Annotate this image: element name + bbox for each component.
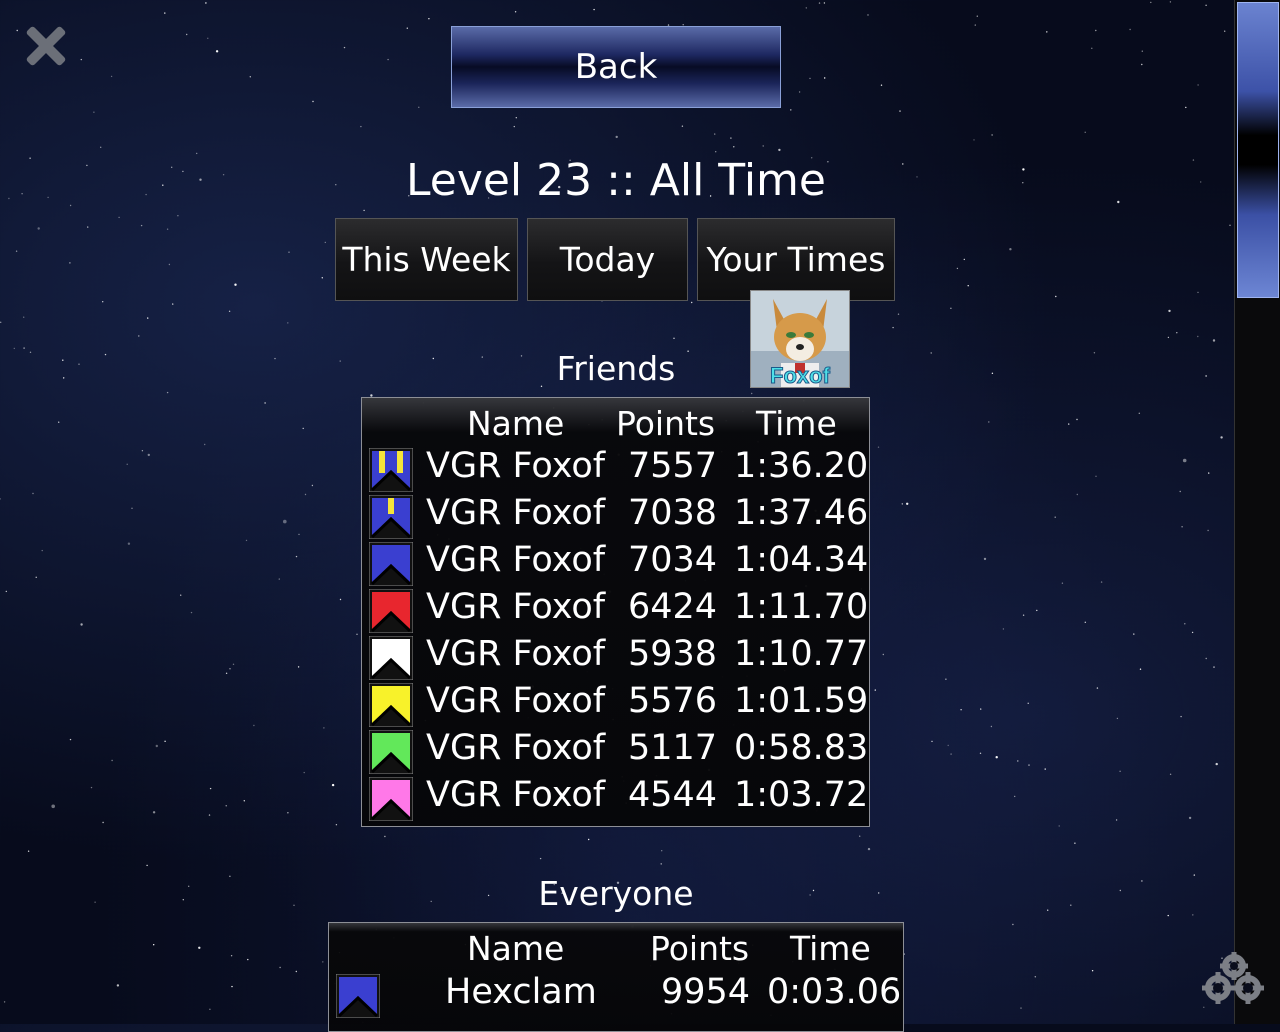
tab-this-week[interactable]: This Week: [335, 218, 518, 301]
table-row[interactable]: VGR Foxof 7038 1:37.46: [362, 493, 869, 540]
cell-points: 7034: [628, 540, 718, 580]
cell-name: VGR Foxof: [426, 728, 606, 768]
cell-name: Hexclam: [445, 972, 597, 1012]
table-row[interactable]: VGR Foxof 7034 1:04.34: [362, 540, 869, 587]
column-header-time: Time: [790, 929, 871, 968]
cell-points: 9954: [661, 972, 751, 1012]
cell-points: 5117: [628, 728, 718, 768]
rank-badge-icon: [368, 447, 414, 493]
cell-time: 1:01.59: [734, 681, 869, 721]
cell-name: VGR Foxof: [426, 540, 606, 580]
cell-points: 4544: [628, 775, 718, 815]
column-header-time: Time: [756, 404, 837, 443]
cell-points: 7557: [628, 446, 718, 486]
cell-name: VGR Foxof: [426, 446, 606, 486]
scrollbar-thumb[interactable]: [1237, 2, 1279, 298]
cell-points: 7038: [628, 493, 718, 533]
friends-leaderboard: Name Points Time VGR Foxof 7557 1:36.20 VGR…: [361, 397, 870, 827]
column-header-name: Name: [467, 929, 565, 968]
everyone-section-title: Everyone: [538, 874, 694, 913]
table-row[interactable]: VGR Foxof 5576 1:01.59: [362, 681, 869, 728]
table-row[interactable]: VGR Foxof 5938 1:10.77: [362, 634, 869, 681]
cell-name: VGR Foxof: [426, 634, 606, 674]
rank-badge-icon: [368, 682, 414, 728]
cell-time: 1:11.70: [734, 587, 869, 627]
close-icon[interactable]: [24, 24, 68, 68]
column-header-points: Points: [650, 929, 750, 968]
table-row[interactable]: VGR Foxof 6424 1:11.70: [362, 587, 869, 634]
rank-badge-icon: [368, 541, 414, 587]
table-row[interactable]: VGR Foxof 7557 1:36.20: [362, 446, 869, 493]
cell-name: VGR Foxof: [426, 681, 606, 721]
friends-section-title: Friends: [556, 349, 676, 388]
rank-badge-icon: [335, 973, 381, 1019]
scrollbar[interactable]: [1234, 0, 1280, 1024]
table-row[interactable]: VGR Foxof 5117 0:58.83: [362, 728, 869, 775]
cell-name: VGR Foxof: [426, 493, 606, 533]
cell-time: 0:03.06: [767, 972, 902, 1012]
everyone-leaderboard: Name Points Time Hexclam 9954 0:03.06: [328, 922, 904, 1032]
back-button[interactable]: Back: [451, 26, 781, 108]
gear-icon[interactable]: [1198, 950, 1268, 1010]
rank-badge-icon: [368, 588, 414, 634]
cell-time: 0:58.83: [734, 728, 869, 768]
cell-name: VGR Foxof: [426, 775, 606, 815]
tab-today[interactable]: Today: [527, 218, 688, 301]
cell-points: 5938: [628, 634, 718, 674]
column-header-points: Points: [616, 404, 716, 443]
table-row[interactable]: Hexclam 9954 0:03.06: [329, 972, 903, 1019]
rank-badge-icon: [368, 729, 414, 775]
cell-time: 1:10.77: [734, 634, 869, 674]
cell-time: 1:04.34: [734, 540, 869, 580]
cell-name: VGR Foxof: [426, 587, 606, 627]
cell-time: 1:37.46: [734, 493, 869, 533]
cell-points: 5576: [628, 681, 718, 721]
cell-points: 6424: [628, 587, 718, 627]
cell-time: 1:36.20: [734, 446, 869, 486]
column-header-name: Name: [467, 404, 565, 443]
rank-badge-icon: [368, 494, 414, 540]
table-row[interactable]: VGR Foxof 4544 1:03.72: [362, 775, 869, 822]
page-title: Level 23 :: All Time: [406, 155, 826, 206]
rank-badge-icon: [368, 776, 414, 822]
rank-badge-icon: [368, 635, 414, 681]
cell-time: 1:03.72: [734, 775, 869, 815]
tab-your-times[interactable]: Your Times: [697, 218, 895, 301]
